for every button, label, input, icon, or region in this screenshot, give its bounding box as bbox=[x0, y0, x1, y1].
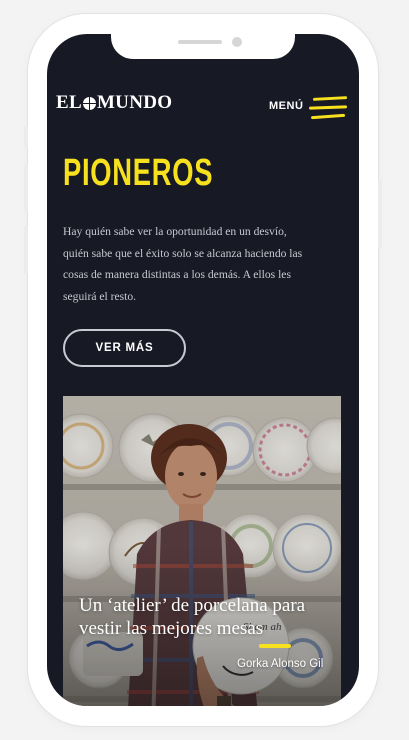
ver-mas-button[interactable]: VER MÁS bbox=[63, 329, 186, 367]
story-author: Gorka Alonso Gil bbox=[237, 658, 324, 670]
front-camera bbox=[232, 37, 242, 47]
menu-label[interactable]: MENÚ bbox=[269, 100, 303, 112]
phone-volume-up-button bbox=[24, 164, 28, 212]
hamburger-menu-icon[interactable] bbox=[308, 95, 349, 121]
phone-power-button bbox=[378, 179, 382, 249]
story-card[interactable]: Si am ah Un ‘atelier’ de porcelana para … bbox=[63, 396, 341, 706]
story-title[interactable]: Un ‘atelier’ de porcelana para vestir la… bbox=[79, 594, 339, 640]
section-intro: Hay quién sabe ver la oportunidad en un … bbox=[63, 225, 303, 303]
title-underline-accent bbox=[259, 644, 291, 648]
globe-icon bbox=[82, 96, 96, 110]
section-title: PIONEROS bbox=[63, 152, 214, 194]
phone-mute-button bbox=[24, 126, 28, 148]
phone-screen: EL MUNDO MENÚ PIONEROS Hay quién sabe ve… bbox=[47, 34, 359, 706]
el-mundo-logo[interactable]: EL MUNDO bbox=[56, 92, 172, 114]
logo-text-right: MUNDO bbox=[96, 92, 173, 113]
phone-volume-down-button bbox=[24, 226, 28, 274]
logo-text-left: EL bbox=[56, 92, 82, 113]
phone-frame: EL MUNDO MENÚ PIONEROS Hay quién sabe ve… bbox=[24, 14, 382, 726]
phone-notch bbox=[111, 34, 295, 59]
speaker-grille bbox=[178, 40, 222, 44]
